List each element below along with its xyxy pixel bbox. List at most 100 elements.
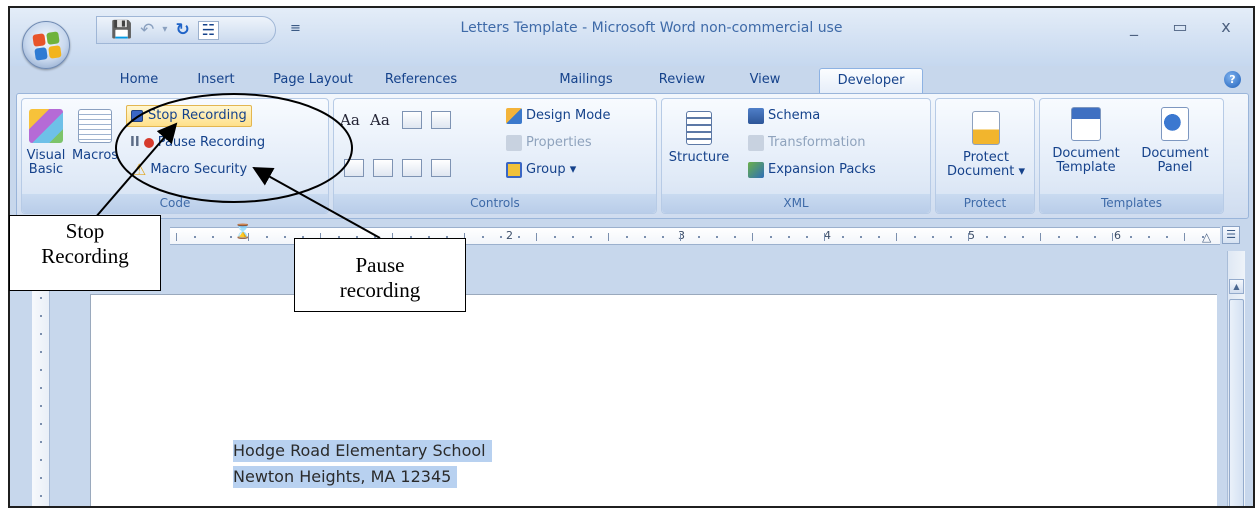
tab-home[interactable]: Home (110, 68, 168, 93)
macros-button[interactable]: Macros (70, 109, 120, 163)
pause-recording-label: Pause Recording (157, 135, 266, 150)
ruler-tick (986, 236, 988, 238)
ruler-tick (40, 333, 42, 335)
ruler-tick (1112, 233, 1113, 241)
ruler-tick (1202, 236, 1204, 238)
ruler-tick (40, 423, 42, 425)
picture-control-icon[interactable] (402, 111, 422, 129)
record-dot-icon (143, 138, 154, 148)
ruler-tick (878, 236, 880, 238)
ruler-tick (1040, 233, 1041, 241)
ruler-tick (626, 236, 628, 238)
ruler-tick (608, 233, 609, 241)
maximize-button[interactable]: ▭ (1159, 16, 1201, 38)
ruler-tick (40, 405, 42, 407)
combo-box-icon[interactable] (344, 159, 364, 177)
help-icon[interactable]: ? (1224, 71, 1241, 88)
minimize-button[interactable]: _ (1113, 16, 1155, 38)
macros-icon (78, 109, 112, 143)
ruler-tick (1094, 236, 1096, 238)
expansion-packs-label: Expansion Packs (768, 162, 876, 177)
pause-recording-button[interactable]: II Pause Recording (130, 132, 265, 154)
ruler-tick (734, 236, 736, 238)
ruler-tick (40, 351, 42, 353)
stop-recording-button[interactable]: Stop Recording (126, 105, 252, 127)
transformation-button[interactable]: Transformation (748, 132, 866, 154)
schema-button[interactable]: Schema (748, 105, 820, 127)
text-icon: Aa (370, 111, 390, 129)
protect-document-button[interactable]: Protect Document ▾ (940, 111, 1032, 179)
office-button[interactable] (22, 21, 70, 69)
close-button[interactable]: x (1205, 16, 1247, 38)
group-code-label: Code (22, 194, 328, 213)
scroll-thumb[interactable] (1229, 299, 1244, 506)
ruler-tick (40, 369, 42, 371)
building-block-icon[interactable] (431, 111, 451, 129)
document-template-label: Document Template (1052, 146, 1120, 175)
group-label: Group ▾ (526, 162, 577, 177)
ruler-tick (1184, 233, 1185, 241)
group-controls: Aa Aa Design Mode Properties Group ▾ Con… (333, 98, 657, 214)
visual-basic-icon (29, 109, 63, 143)
warning-icon: ⚠ (132, 160, 147, 179)
document-text-line[interactable]: Newton Heights, MA 12345 (233, 466, 458, 488)
macro-security-button[interactable]: ⚠ Macro Security (132, 159, 247, 181)
ruler-tick (248, 233, 249, 241)
ruler-tick (518, 236, 520, 238)
tab-view[interactable]: View (742, 68, 788, 93)
design-mode-button[interactable]: Design Mode (506, 105, 610, 127)
ruler-tick (662, 236, 664, 238)
tab-developer[interactable]: Developer (819, 68, 923, 93)
ruler-row: 2 3 4 5 6 ⌛ △ (10, 221, 1253, 251)
ruler-tick (590, 236, 592, 238)
visual-basic-label: Visual Basic (26, 148, 66, 177)
ruler-tick (194, 236, 196, 238)
expansion-packs-button[interactable]: Expansion Packs (748, 159, 876, 181)
ruler-tick (40, 477, 42, 479)
structure-label: Structure (668, 150, 730, 165)
ruler-number: 5 (968, 229, 975, 242)
visual-basic-button[interactable]: Visual Basic (24, 109, 68, 177)
date-picker-icon[interactable] (402, 159, 422, 177)
ruler-tick (1166, 236, 1168, 238)
properties-button[interactable]: Properties (506, 132, 592, 154)
ruler-tick (40, 315, 42, 317)
document-panel-button[interactable]: Document Panel (1132, 107, 1218, 175)
ruler-tick (1148, 236, 1150, 238)
document-template-button[interactable]: Document Template (1044, 107, 1128, 175)
ruler-tick (788, 236, 790, 238)
stop-recording-label: Stop Recording (148, 108, 247, 123)
ruler-tick (644, 236, 646, 238)
ruler-tick (914, 236, 916, 238)
view-ruler-icon[interactable]: ☰ (1222, 226, 1240, 244)
word-window: 💾 ↶ ▾ ↻ ☵ ≡ Letters Template - Microsoft… (8, 6, 1255, 508)
ruler-tick (212, 236, 214, 238)
tab-mailings[interactable]: Mailings (548, 68, 624, 93)
properties-icon (506, 135, 522, 151)
rich-text-icon: Aa (340, 111, 360, 129)
structure-button[interactable]: Structure (668, 111, 730, 165)
ruler-tick (770, 236, 772, 238)
document-text-line[interactable]: Hodge Road Elementary School (233, 440, 492, 462)
protect-document-label: Protect Document ▾ (946, 150, 1025, 179)
ruler-number: 6 (1114, 229, 1121, 242)
scroll-up-icon[interactable]: ▲ (1229, 279, 1244, 294)
text-control-button[interactable]: Aa (370, 109, 390, 131)
vertical-scrollbar[interactable]: ▲ (1227, 251, 1245, 506)
ruler-tick (572, 236, 574, 238)
ruler-tick (40, 441, 42, 443)
ruler-tick (40, 459, 42, 461)
stop-icon (131, 110, 143, 122)
ruler-tick (40, 387, 42, 389)
drop-down-list-icon[interactable] (373, 159, 393, 177)
group-button[interactable]: Group ▾ (506, 159, 576, 181)
legacy-tools-icon[interactable] (431, 159, 451, 177)
tab-page-layout[interactable]: Page Layout (265, 68, 361, 93)
pause-recording-callout: Pause recording (294, 238, 466, 312)
tab-insert[interactable]: Insert (188, 68, 244, 93)
document-panel-icon (1161, 107, 1189, 141)
tab-review[interactable]: Review (652, 68, 712, 93)
rich-text-control-button[interactable]: Aa (340, 109, 360, 131)
tab-references[interactable]: References (375, 68, 467, 93)
pause-icon: II (130, 135, 140, 150)
